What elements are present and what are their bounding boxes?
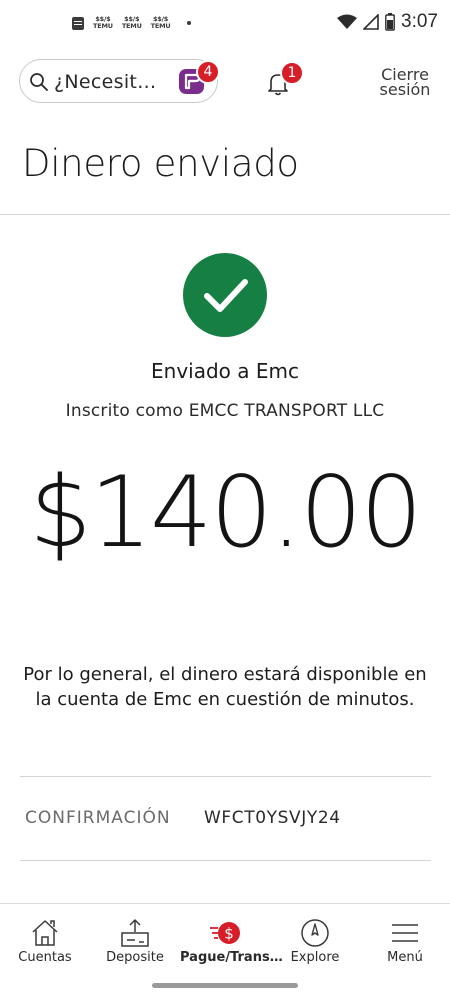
temu-notification-icon: $$/$ TEMU — [150, 15, 171, 30]
clock: 3:07 — [401, 11, 438, 32]
fargo-badge: 4 — [196, 60, 220, 84]
nav-label: Explore — [290, 950, 340, 965]
more-notifications-dot — [187, 21, 192, 25]
confirmation-code: WFCT0YSVJY24 — [204, 808, 341, 828]
compass-icon — [301, 919, 329, 947]
notification-badge: 1 — [280, 61, 304, 85]
app-header: ¿Necesit… 4 1 Cierre sesión — [0, 58, 450, 104]
search-placeholder: ¿Necesit… — [54, 71, 157, 93]
notes-icon — [72, 16, 84, 30]
svg-text:$: $ — [224, 925, 234, 943]
temu-notification-icon: $$/$ TEMU — [93, 15, 113, 30]
nav-item-deposit[interactable]: Deposite — [90, 904, 180, 974]
nav-label: Menú — [387, 950, 423, 965]
nav-item-pay-transfer[interactable]: $ Pague/Trans… — [180, 904, 283, 974]
nav-label: Deposite — [106, 950, 164, 965]
section-divider — [20, 776, 431, 777]
bottom-nav: Cuentas Deposite $ Pague/Trans… Explore … — [0, 903, 450, 973]
wifi-icon — [337, 14, 358, 29]
home-gesture-bar[interactable] — [152, 983, 298, 988]
temu-notification-icon: $$/$ TEMU — [121, 15, 142, 30]
confirmation-label: CONFIRMACIÓN — [25, 808, 171, 828]
nav-label: Cuentas — [18, 950, 72, 965]
sign-off-button[interactable]: Cierre sesión — [370, 67, 440, 99]
status-bar: $$/$ TEMU $$/$ TEMU $$/$ TEMU 3:07 — [0, 0, 450, 48]
nav-item-explore[interactable]: Explore — [270, 904, 360, 974]
home-icon — [32, 920, 58, 946]
pay-transfer-icon: $ — [210, 922, 240, 944]
money-sent-screen: $$/$ TEMU $$/$ TEMU $$/$ TEMU 3:07 ¿Nece… — [0, 0, 450, 1000]
sign-off-label-line2: sesión — [379, 80, 431, 99]
recipient-heading: Enviado a Emc — [151, 359, 299, 383]
system-icons: 3:07 — [337, 11, 438, 33]
nav-label: Pague/Trans… — [180, 950, 283, 965]
success-check-icon — [183, 253, 267, 337]
deposit-icon — [121, 919, 149, 947]
nav-item-accounts[interactable]: Cuentas — [0, 904, 90, 974]
section-divider — [20, 860, 431, 861]
menu-icon — [392, 924, 418, 942]
signal-icon — [363, 14, 379, 30]
notification-icons: $$/$ TEMU $$/$ TEMU $$/$ TEMU — [72, 15, 192, 30]
nav-item-menu[interactable]: Menú — [360, 904, 450, 974]
header-divider — [0, 214, 450, 215]
page-title: Dinero enviado — [22, 142, 299, 185]
search-icon — [30, 73, 48, 91]
availability-message: Por lo general, el dinero estará disponi… — [23, 664, 427, 710]
enrolled-name: Inscrito como EMCC TRANSPORT LLC — [65, 401, 385, 421]
battery-icon — [385, 13, 395, 31]
amount-sent: $140.00 — [29, 456, 422, 570]
